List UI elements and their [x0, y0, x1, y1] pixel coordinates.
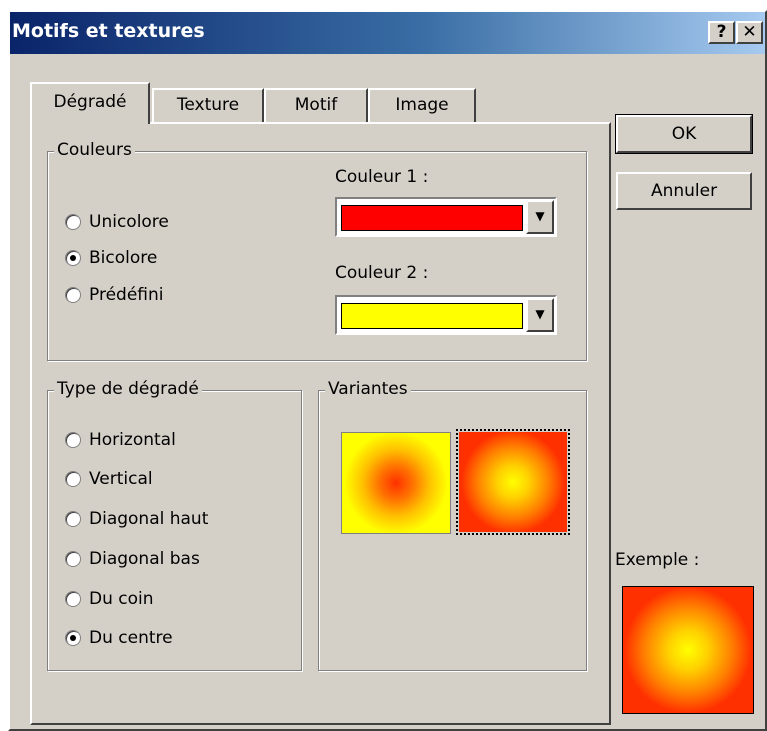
radio-bicolore-label: Bicolore	[89, 248, 158, 268]
chevron-down-icon[interactable]: ▼	[526, 200, 554, 234]
radio-horizontal-icon[interactable]	[65, 432, 81, 448]
radio-predefini-icon[interactable]	[65, 287, 81, 303]
radio-du-centre-icon[interactable]	[65, 630, 81, 646]
exemple-label: Exemple :	[615, 550, 700, 570]
tab-degrade[interactable]: Dégradé	[30, 82, 150, 124]
title-bar[interactable]: Motifs et textures ? ✕	[10, 12, 765, 54]
type-degrade-group: Type de dégradé Horizontal Vertical Diag…	[47, 379, 302, 671]
tab-motif[interactable]: Motif	[264, 88, 368, 122]
radio-diagonal-haut-icon[interactable]	[65, 511, 81, 527]
radio-diagonal-bas-icon[interactable]	[65, 551, 81, 567]
radio-predefini-label: Prédéfini	[89, 285, 164, 305]
close-button[interactable]: ✕	[736, 21, 763, 44]
radio-du-coin-label: Du coin	[89, 589, 154, 609]
radio-du-coin-icon[interactable]	[65, 591, 81, 607]
type-degrade-legend: Type de dégradé	[54, 379, 202, 399]
help-button[interactable]: ?	[708, 21, 735, 44]
variantes-group: Variantes	[318, 379, 587, 671]
couleur1-label: Couleur 1 :	[335, 167, 429, 187]
variant-2-swatch[interactable]	[456, 429, 570, 535]
exemple-preview	[622, 586, 754, 714]
couleur1-dropdown[interactable]: ▼	[335, 197, 557, 237]
tab-texture[interactable]: Texture	[152, 88, 264, 122]
radio-vertical-icon[interactable]	[65, 471, 81, 487]
tab-panel-degrade: Couleurs Unicolore Bicolore Prédéfini Co…	[30, 122, 611, 725]
radio-unicolore-label: Unicolore	[89, 212, 169, 232]
tab-image[interactable]: Image	[368, 88, 476, 122]
chevron-down-icon[interactable]: ▼	[526, 298, 554, 332]
couleur2-label: Couleur 2 :	[335, 263, 429, 283]
couleur2-swatch	[341, 303, 523, 329]
radio-diagonal-bas-label: Diagonal bas	[89, 549, 200, 569]
variantes-legend: Variantes	[325, 379, 411, 399]
radio-vertical-label: Vertical	[89, 469, 153, 489]
radio-du-centre-label: Du centre	[89, 628, 173, 648]
window-title: Motifs et textures	[12, 20, 205, 42]
couleur1-swatch	[341, 205, 523, 231]
radio-bicolore-icon[interactable]	[65, 250, 81, 266]
radio-horizontal-label: Horizontal	[89, 430, 176, 450]
radio-diagonal-haut-label: Diagonal haut	[89, 509, 209, 529]
variant-1-swatch[interactable]	[341, 432, 451, 534]
couleurs-legend: Couleurs	[54, 140, 135, 160]
cancel-button[interactable]: Annuler	[616, 172, 752, 210]
ok-button[interactable]: OK	[615, 114, 753, 154]
radio-unicolore-icon[interactable]	[65, 214, 81, 230]
couleur2-dropdown[interactable]: ▼	[335, 295, 557, 335]
dialog-window: Motifs et textures ? ✕ Dégradé Texture M…	[8, 10, 767, 731]
couleurs-group: Couleurs Unicolore Bicolore Prédéfini Co…	[47, 140, 587, 361]
